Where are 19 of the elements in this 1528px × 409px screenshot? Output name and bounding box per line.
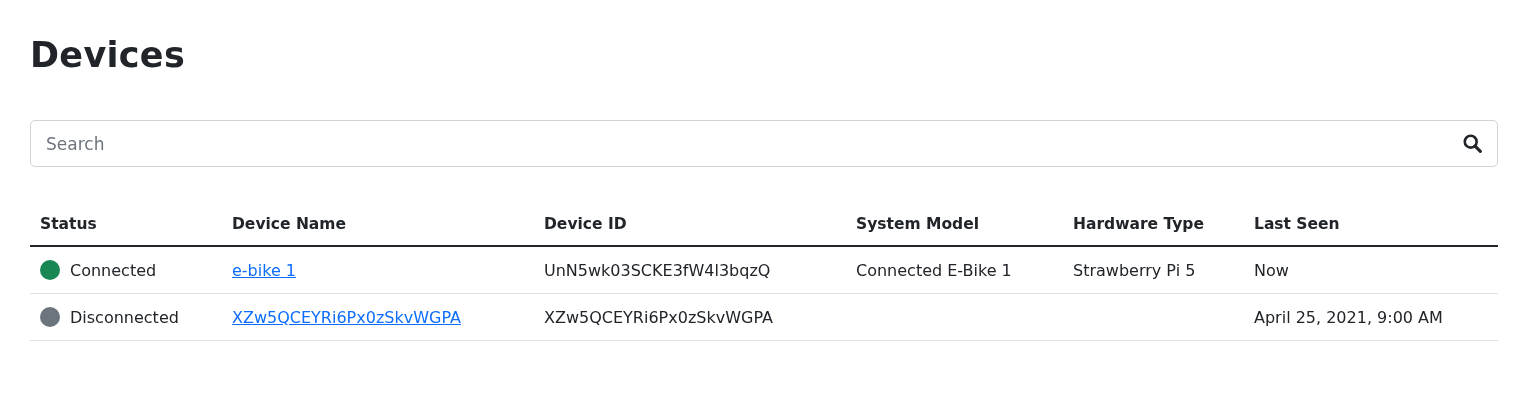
column-header: Device ID: [544, 215, 627, 233]
column-header: Status: [40, 215, 97, 233]
search-field[interactable]: Search: [30, 120, 1498, 167]
column-header: System Model: [856, 215, 979, 233]
search-icon[interactable]: [1463, 134, 1482, 153]
device-name-link[interactable]: XZw5QCEYRi6Px0zSkvWGPA: [232, 307, 461, 327]
status-text: Disconnected: [70, 307, 179, 327]
hardware-type: Strawberry Pi 5: [1073, 260, 1196, 280]
column-header: Hardware Type: [1073, 215, 1204, 233]
status-text: Connected: [70, 260, 157, 280]
column-header: Device Name: [232, 215, 346, 233]
device-name-link[interactable]: e-bike 1: [232, 260, 297, 280]
last-seen: Now: [1254, 260, 1289, 280]
device-id: UnN5wk03SCKE3fW4l3bqzQ: [544, 260, 771, 280]
page-title: Devices: [30, 34, 187, 77]
device-id: XZw5QCEYRi6Px0zSkvWGPA: [544, 307, 773, 327]
last-seen: April 25, 2021, 9:00 AM: [1254, 307, 1443, 327]
column-header: Last Seen: [1254, 215, 1340, 233]
system-model: Connected E-Bike 1: [856, 260, 1012, 280]
